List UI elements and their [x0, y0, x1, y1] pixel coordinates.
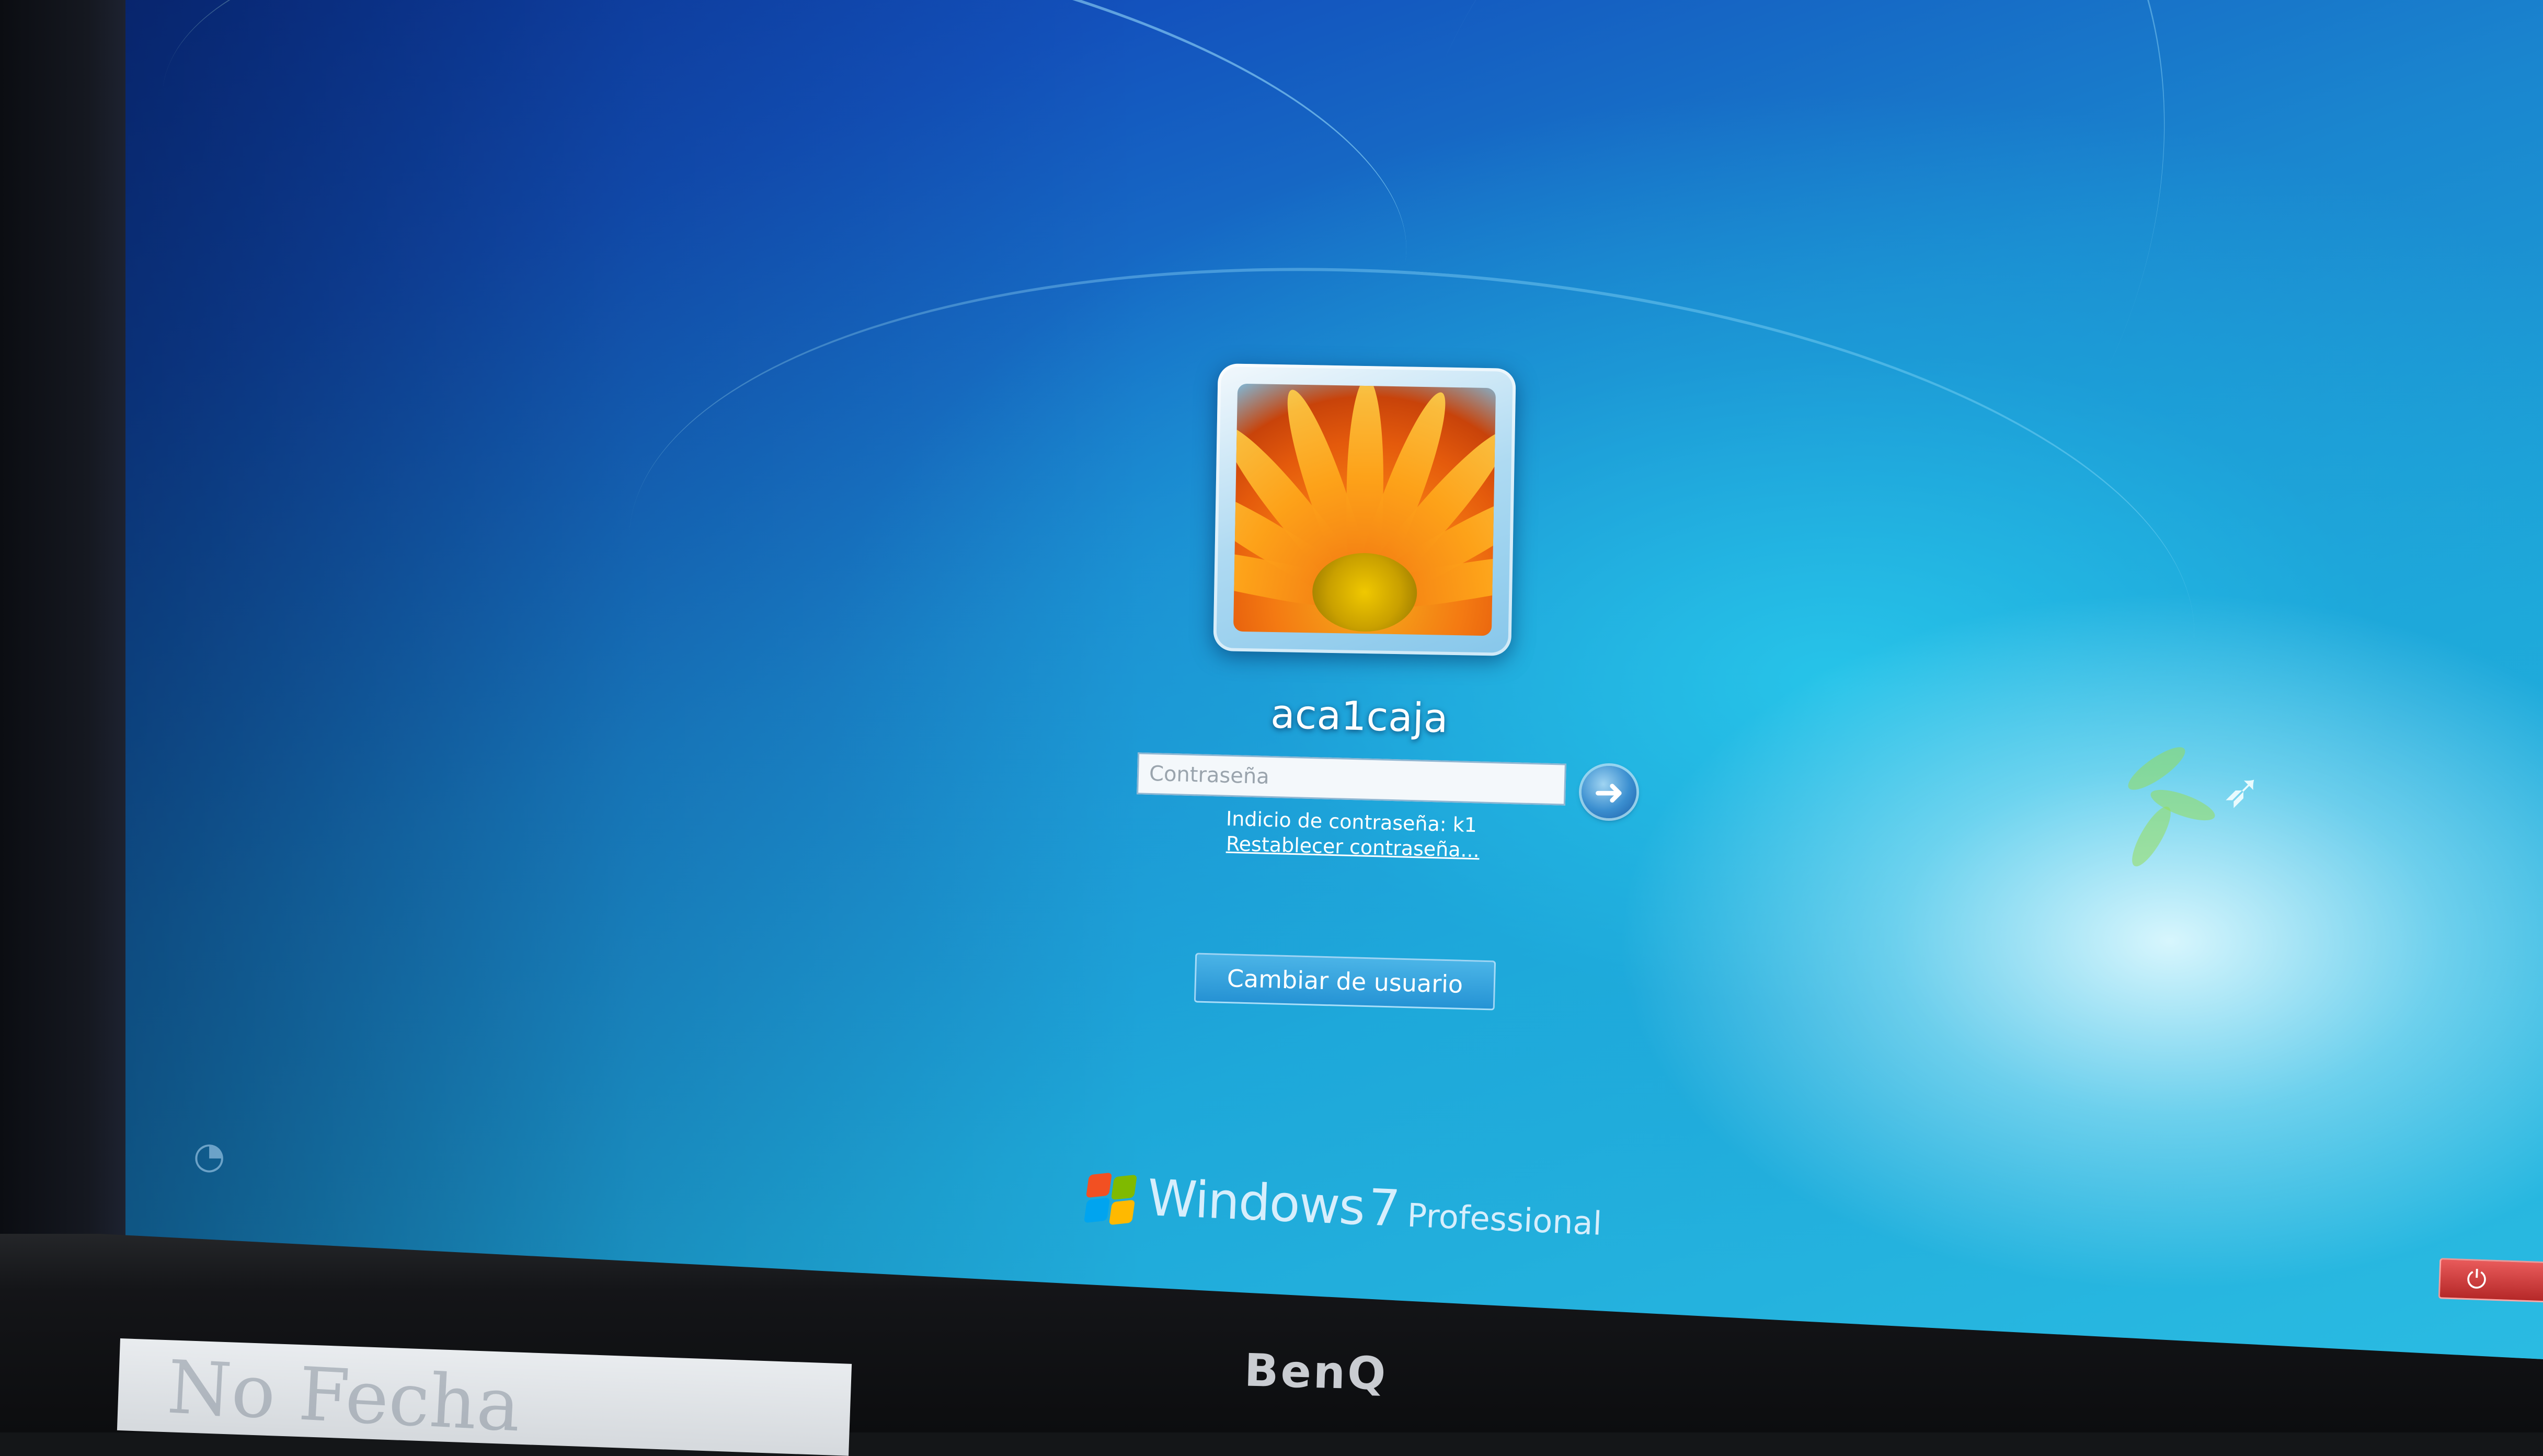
windows-flag-yellow: [1108, 1199, 1136, 1225]
flower-picture: [1233, 383, 1496, 636]
windows-flag-red: [1085, 1172, 1113, 1198]
password-input[interactable]: [1137, 752, 1566, 806]
ease-of-access-icon: ◔: [193, 1134, 225, 1177]
switch-user-button[interactable]: Cambiar de usuario: [1194, 953, 1496, 1011]
reset-password-link[interactable]: Restablecer contraseña...: [1226, 832, 1480, 862]
arrow-right-icon: ➜: [1594, 771, 1624, 813]
ease-of-access-button[interactable]: ◔: [188, 1134, 230, 1176]
windows-edition: Professional: [1406, 1196, 1603, 1243]
windows-branding: Windows7 Professional: [1147, 1168, 1603, 1247]
windows-flag-icon: [1083, 1172, 1138, 1225]
password-hint: Indicio de contraseña: k1: [1225, 807, 1477, 837]
windows-wordmark: Windows: [1146, 1168, 1366, 1237]
user-avatar: [1213, 363, 1516, 656]
submit-button[interactable]: ➜: [1582, 766, 1636, 818]
login-panel: aca1caja ➜ Indicio de contraseña: k1 Res…: [0, 0, 2543, 1430]
windows-flag-green: [1110, 1174, 1138, 1200]
power-icon: ⏻: [2466, 1265, 2487, 1295]
windows-flag-blue: [1083, 1197, 1110, 1223]
windows-version: 7: [1367, 1178, 1402, 1239]
shutdown-button[interactable]: ⏻: [2438, 1258, 2543, 1303]
username-label: aca1caja: [1270, 690, 1449, 742]
monitor-brand-logo: BenQ: [1243, 1344, 1389, 1401]
